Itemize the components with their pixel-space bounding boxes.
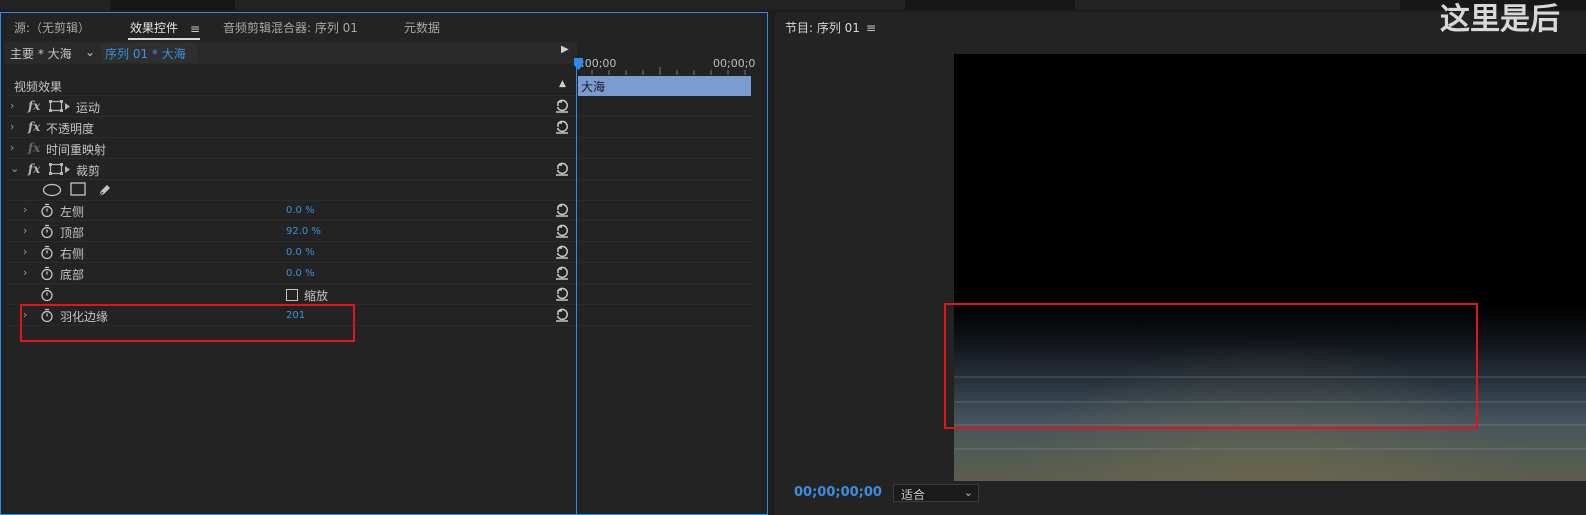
effect-timeline: :00;00 00;00;0 xyxy=(574,47,755,515)
sequence-clip-chip[interactable]: 序列 01 * 大海 xyxy=(101,43,197,63)
zoom-label: 缩放 xyxy=(304,289,329,303)
param-value[interactable]: 0.0 % xyxy=(286,247,315,258)
fx-icon: fx xyxy=(28,141,41,155)
effect-name: 裁剪 xyxy=(76,164,101,178)
top-strip xyxy=(0,0,1586,10)
tab-source[interactable]: 源:（无剪辑） xyxy=(14,19,90,36)
reset-icon[interactable] xyxy=(554,223,570,239)
fx-icon[interactable]: fx xyxy=(28,162,40,176)
stopwatch-icon[interactable] xyxy=(40,287,54,302)
reset-icon[interactable] xyxy=(554,244,570,260)
timeline-clip[interactable]: 大海 xyxy=(578,76,751,96)
tab-effect-controls[interactable]: 效果控件 xyxy=(130,19,178,36)
fx-icon[interactable]: fx xyxy=(28,99,40,113)
chevron-right-icon[interactable]: › xyxy=(23,245,27,258)
param-value[interactable]: 0.0 % xyxy=(286,268,315,279)
reset-icon[interactable] xyxy=(554,265,570,281)
pen-mask-icon[interactable] xyxy=(97,182,113,198)
reset-icon[interactable] xyxy=(554,119,570,135)
param-name: 左侧 xyxy=(60,205,85,219)
feather-highlight-box xyxy=(20,304,355,342)
stopwatch-icon[interactable] xyxy=(40,224,54,239)
panel-menu-icon[interactable]: ≡ xyxy=(866,21,876,35)
chevron-right-icon[interactable]: › xyxy=(23,224,27,237)
time-ruler[interactable] xyxy=(577,67,753,75)
chevron-down-icon[interactable]: ⌄ xyxy=(85,45,95,59)
fx-icon[interactable]: fx xyxy=(28,120,40,134)
reset-icon[interactable] xyxy=(554,286,570,302)
master-clip-label[interactable]: 主要 * 大海 xyxy=(10,45,72,62)
fit-dropdown-value: 适合 xyxy=(901,488,926,502)
program-timecode[interactable]: 00;00;00;00 xyxy=(794,485,882,500)
playhead-line[interactable] xyxy=(576,60,577,515)
play-only-icon[interactable]: ▶ xyxy=(561,44,569,55)
effect-name: 不透明度 xyxy=(46,122,95,136)
chevron-right-icon[interactable]: › xyxy=(23,266,27,279)
transform-box-icon[interactable] xyxy=(49,163,71,176)
reset-icon[interactable] xyxy=(554,98,570,114)
chevron-right-icon[interactable]: › xyxy=(10,99,14,112)
section-title: 视频效果 xyxy=(14,80,63,94)
sequence-clip-label: 序列 01 * 大海 xyxy=(105,47,186,61)
transform-box-icon[interactable] xyxy=(49,100,71,113)
stopwatch-icon[interactable] xyxy=(40,266,54,281)
param-name: 右侧 xyxy=(60,247,85,261)
clip-selector-bar: 主要 * 大海 ⌄ 序列 01 * 大海 ▶ xyxy=(5,42,577,64)
param-value[interactable]: 92.0 % xyxy=(286,226,321,237)
program-monitor-title[interactable]: 节目: 序列 01 xyxy=(785,19,860,36)
clip-name: 大海 xyxy=(581,80,606,94)
chevron-down-icon[interactable]: ⌄ xyxy=(10,162,19,175)
panel-menu-icon[interactable]: ≡ xyxy=(190,22,200,36)
stopwatch-icon[interactable] xyxy=(40,203,54,218)
active-tab-underline xyxy=(128,38,200,40)
chevron-right-icon[interactable]: › xyxy=(23,203,27,216)
panel-tabs: 源:（无剪辑） 效果控件 ≡ 音频剪辑混合器: 序列 01 元数据 xyxy=(1,13,767,45)
effect-name: 运动 xyxy=(76,101,101,115)
collapse-up-icon[interactable]: ▲ xyxy=(559,79,566,89)
param-name: 底部 xyxy=(60,268,85,282)
zoom-checkbox[interactable] xyxy=(286,289,298,301)
param-value[interactable]: 0.0 % xyxy=(286,205,315,216)
effect-name: 时间重映射 xyxy=(46,143,107,157)
reset-icon[interactable] xyxy=(554,202,570,218)
stopwatch-icon[interactable] xyxy=(40,245,54,260)
rectangle-mask-icon[interactable] xyxy=(70,182,86,197)
chevron-right-icon[interactable]: › xyxy=(10,141,14,154)
tab-audio-clip-mixer[interactable]: 音频剪辑混合器: 序列 01 xyxy=(223,19,358,36)
fit-dropdown[interactable]: 适合 ⌄ xyxy=(893,484,979,502)
chevron-right-icon[interactable]: › xyxy=(10,120,14,133)
reset-icon[interactable] xyxy=(554,161,570,177)
overlay-caption: 这里是后 xyxy=(1440,2,1560,37)
reset-icon[interactable] xyxy=(554,307,570,323)
crop-feather-highlight-box xyxy=(944,303,1478,429)
chevron-down-icon: ⌄ xyxy=(963,486,973,499)
param-name: 顶部 xyxy=(60,226,85,240)
tab-metadata[interactable]: 元数据 xyxy=(404,19,440,36)
ellipse-mask-icon[interactable] xyxy=(42,183,62,197)
